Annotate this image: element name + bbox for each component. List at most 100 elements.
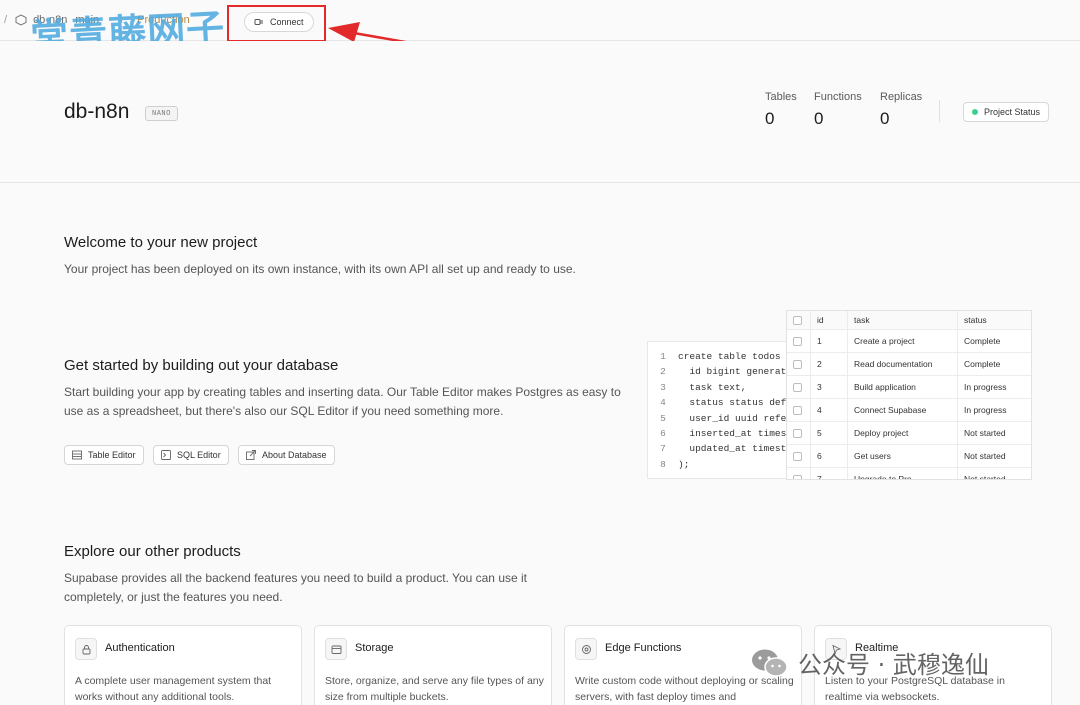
- wechat-watermark: 公众号 · 武穆逸仙: [750, 645, 989, 680]
- card-description: A complete user management system that w…: [75, 675, 272, 703]
- stat-tables[interactable]: Tables 0: [765, 91, 797, 129]
- code-line: 5 user_id uuid references: [660, 412, 807, 424]
- table-header-row: id task status: [787, 311, 1031, 330]
- code-line: 7 updated_at timestamp: [660, 443, 804, 455]
- card-title: Authentication: [105, 642, 175, 654]
- database-text: Start building your app by creating tabl…: [64, 385, 621, 418]
- stat-value: 0: [880, 109, 890, 128]
- archive-icon: [331, 645, 341, 654]
- database-title: Get started by building out your databas…: [64, 357, 339, 374]
- cell-status: Not started: [964, 474, 1006, 480]
- product-card-storage[interactable]: Storage Store, organize, and serve any f…: [314, 625, 552, 705]
- table-row[interactable]: 7 Upgrade to Pro Not started: [787, 468, 1031, 480]
- column-header: status: [964, 315, 987, 325]
- sql-code-preview: 1 create table todos ( 2 id bigint genera…: [647, 341, 807, 479]
- cell-id: 4: [811, 399, 848, 421]
- button-label: About Database: [262, 450, 327, 460]
- cell-id: 2: [811, 353, 848, 375]
- table-icon: [72, 450, 82, 460]
- header-divider: [939, 100, 940, 122]
- cell-id: 3: [811, 376, 848, 398]
- cell-id: 1: [811, 330, 848, 352]
- project-icon: [15, 14, 27, 26]
- table-row[interactable]: 5 Deploy project Not started: [787, 422, 1031, 445]
- cell-id: 6: [811, 445, 848, 467]
- function-icon: [581, 644, 591, 654]
- row-checkbox[interactable]: [793, 428, 802, 438]
- row-checkbox[interactable]: [793, 451, 802, 461]
- code-line: 8);: [660, 458, 690, 470]
- row-checkbox[interactable]: [793, 359, 802, 369]
- about-database-button[interactable]: About Database: [238, 445, 335, 465]
- cell-status: Complete: [964, 359, 1001, 369]
- welcome-title: Welcome to your new project: [64, 234, 258, 251]
- table-row[interactable]: 1 Create a project Complete: [787, 330, 1031, 353]
- card-description: Store, organize, and serve any file type…: [325, 675, 544, 703]
- column-header: id: [811, 311, 848, 329]
- code-line: 4 status status default: [660, 397, 807, 409]
- stat-label: Replicas: [880, 91, 923, 103]
- row-checkbox[interactable]: [793, 474, 802, 479]
- todos-table-preview: id task status 1 Create a project Comple…: [786, 310, 1032, 480]
- page-title: db-n8n: [64, 100, 130, 123]
- external-link-icon: [246, 450, 256, 460]
- breadcrumb-branch[interactable]: main: [75, 14, 99, 26]
- table-row[interactable]: 6 Get users Not started: [787, 445, 1031, 468]
- stat-label: Tables: [765, 91, 797, 103]
- branch-badge[interactable]: Production: [137, 14, 190, 26]
- code-line: 3 task text,: [660, 381, 747, 393]
- code-line: 1 create table todos (: [660, 351, 793, 362]
- row-checkbox[interactable]: [793, 382, 802, 392]
- table-row[interactable]: 4 Connect Supabase In progress: [787, 399, 1031, 422]
- cell-status: Complete: [964, 336, 1001, 346]
- project-header: db-n8n NANO Tables 0 Functions 0 Replica…: [0, 41, 1080, 183]
- code-line: 6 inserted_at timestamp: [660, 427, 807, 439]
- project-status-button[interactable]: Project Status: [963, 102, 1050, 122]
- terminal-icon: [161, 450, 171, 460]
- cell-status: Not started: [964, 428, 1006, 438]
- code-line: 2 id bigint generated: [660, 366, 798, 378]
- stat-functions[interactable]: Functions 0: [814, 91, 862, 129]
- card-title: Storage: [355, 642, 394, 654]
- stat-value: 0: [765, 109, 775, 128]
- cell-id: 7: [811, 468, 848, 479]
- cell-status: Not started: [964, 451, 1006, 461]
- breadcrumb-separator: /: [4, 14, 8, 26]
- cell-id: 5: [811, 422, 848, 444]
- cell-task: Read documentation: [848, 353, 958, 375]
- lock-icon: [82, 644, 90, 654]
- products-title: Explore our other products: [64, 543, 241, 560]
- project-status-label: Project Status: [984, 107, 1041, 117]
- product-card-authentication[interactable]: Authentication A complete user managemen…: [64, 625, 302, 705]
- wechat-text: 公众号 · 武穆逸仙: [798, 651, 989, 679]
- cell-task: Create a project: [848, 330, 958, 352]
- status-dot-icon: [972, 109, 978, 115]
- stat-replicas[interactable]: Replicas 0: [880, 91, 922, 129]
- button-label: Table Editor: [88, 450, 136, 460]
- tier-badge: NANO: [145, 106, 178, 121]
- table-row[interactable]: 3 Build application In progress: [787, 376, 1031, 399]
- cell-task: Build application: [848, 376, 958, 398]
- cell-task: Connect Supabase: [848, 399, 958, 421]
- sql-editor-button[interactable]: SQL Editor: [153, 445, 229, 465]
- welcome-text: Your project has been deployed on its ow…: [64, 262, 576, 276]
- select-all-checkbox[interactable]: [793, 315, 802, 325]
- table-row[interactable]: 2 Read documentation Complete: [787, 353, 1031, 376]
- button-label: SQL Editor: [177, 450, 221, 460]
- cell-status: In progress: [964, 382, 1007, 392]
- wechat-icon: [752, 649, 788, 677]
- table-editor-button[interactable]: Table Editor: [64, 445, 144, 465]
- card-title: Edge Functions: [605, 642, 682, 654]
- row-checkbox[interactable]: [793, 405, 802, 415]
- breadcrumb-project[interactable]: db-n8n: [33, 14, 67, 26]
- row-checkbox[interactable]: [793, 336, 802, 346]
- stat-label: Functions: [814, 91, 862, 103]
- cell-task: Upgrade to Pro: [848, 468, 958, 479]
- annotation-highlight-box: [227, 5, 326, 42]
- stat-value: 0: [814, 109, 824, 128]
- cell-task: Deploy project: [848, 422, 958, 444]
- cell-task: Get users: [848, 445, 958, 467]
- column-header: task: [848, 311, 958, 329]
- cell-status: In progress: [964, 405, 1007, 415]
- products-text: Supabase provides all the backend featur…: [64, 571, 527, 604]
